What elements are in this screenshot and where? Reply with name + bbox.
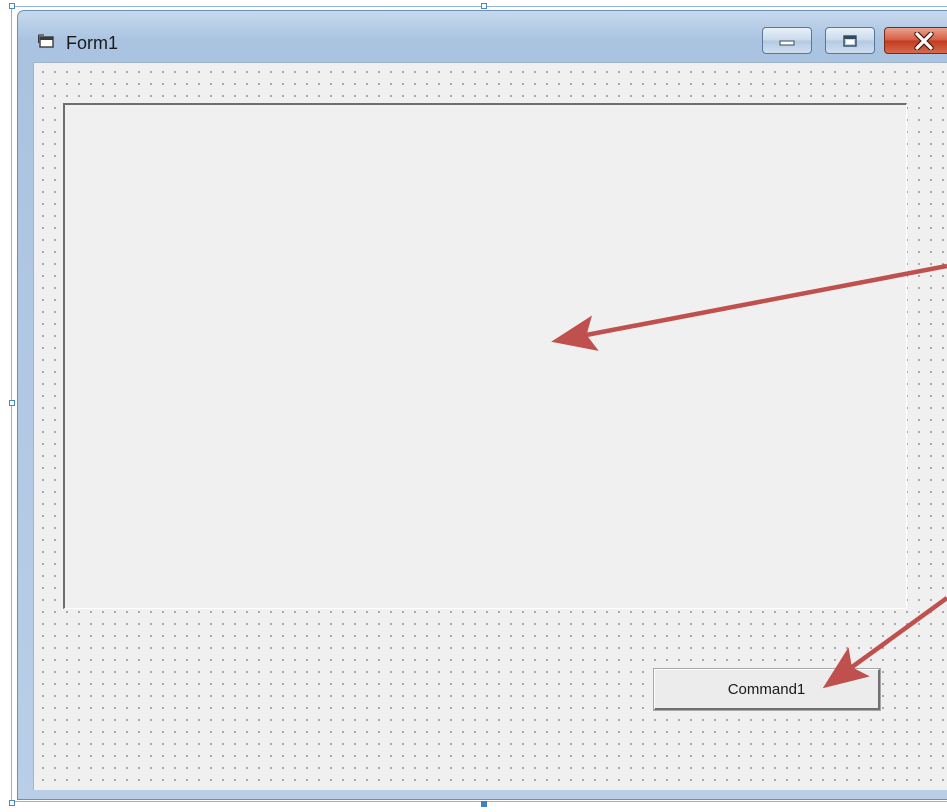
form-client-area[interactable]: Command1 [33, 62, 947, 790]
form-icon [38, 34, 54, 48]
minimize-icon [779, 40, 795, 45]
command1-button[interactable]: Command1 [653, 668, 881, 711]
window-title: Form1 [66, 33, 119, 53]
picturebox-control[interactable] [63, 103, 907, 609]
resize-handle-top-center[interactable] [481, 3, 487, 9]
close-icon [914, 31, 934, 50]
resize-handle-bottom-center[interactable] [481, 801, 487, 807]
resize-handle-bottom-left[interactable] [9, 800, 15, 806]
maximize-icon [843, 34, 857, 47]
close-button[interactable] [884, 27, 947, 54]
resize-handle-top-left[interactable] [9, 3, 15, 9]
form-window: Form1 Command1 [17, 10, 947, 800]
designer-canvas: Form1 Command1 [0, 0, 947, 812]
title-bar[interactable]: Form1 [18, 11, 947, 63]
command1-button-label: Command1 [727, 680, 806, 698]
minimize-button[interactable] [762, 27, 812, 54]
maximize-button[interactable] [825, 27, 875, 54]
resize-handle-middle-left[interactable] [9, 400, 15, 406]
